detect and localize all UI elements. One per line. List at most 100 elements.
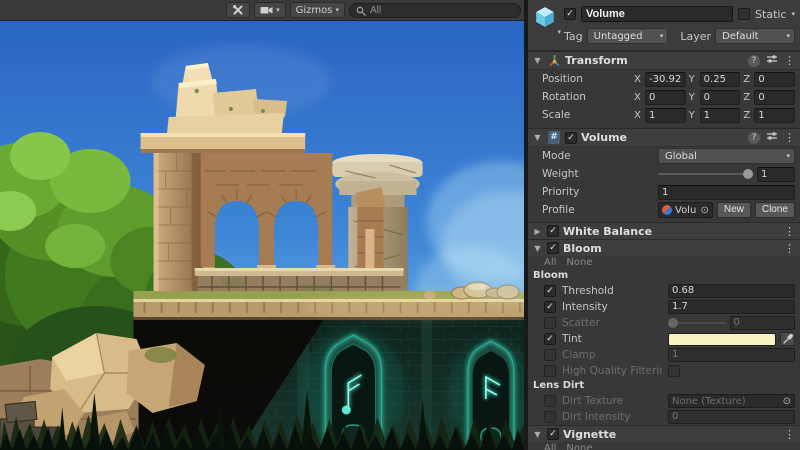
volume-profile-icon xyxy=(662,205,672,215)
rotation-y-field[interactable]: 0 xyxy=(700,90,741,105)
new-button[interactable]: New xyxy=(717,202,751,218)
tools-button[interactable] xyxy=(226,2,250,18)
object-picker-icon[interactable]: ⊙ xyxy=(783,396,791,407)
scene-camera-button[interactable]: ▾ xyxy=(254,2,286,18)
none-link[interactable]: None xyxy=(566,257,592,268)
rotation-label: Rotation xyxy=(542,91,634,103)
foldout-open-icon[interactable]: ▼ xyxy=(532,430,543,439)
more-menu-icon[interactable]: ⋮ xyxy=(784,242,795,255)
weight-slider[interactable] xyxy=(658,173,753,175)
volume-enabled-checkbox[interactable]: ✓ xyxy=(565,132,577,144)
clamp-override-checkbox[interactable] xyxy=(544,349,556,361)
threshold-field[interactable]: 0.68 xyxy=(668,284,795,298)
volume-component-header[interactable]: ▼ # ✓ Volume ? ⋮ xyxy=(528,128,800,147)
foldout-open-icon[interactable]: ▼ xyxy=(532,56,543,65)
tag-dropdown[interactable]: Untagged▾ xyxy=(587,28,669,44)
eyedropper-icon[interactable] xyxy=(780,332,795,346)
active-checkbox[interactable]: ✓ xyxy=(564,8,576,20)
bloom-header[interactable]: ▼ ✓ Bloom ⋮ xyxy=(528,239,800,256)
help-icon[interactable]: ? xyxy=(748,55,760,67)
icon-dropdown-caret: ▾ xyxy=(557,28,561,36)
dirt-texture-override-checkbox[interactable] xyxy=(544,395,556,407)
priority-field[interactable]: 1 xyxy=(658,185,795,200)
tint-color-swatch[interactable] xyxy=(668,333,776,346)
dirt-intensity-label: Dirt Intensity xyxy=(562,411,662,423)
scatter-field[interactable]: 0 xyxy=(730,316,796,330)
profile-row: Profile Volume_Gl ⊙ New Clone xyxy=(528,201,800,219)
all-link[interactable]: All xyxy=(544,257,556,268)
all-link[interactable]: All xyxy=(544,443,556,450)
tag-value: Untagged xyxy=(594,31,643,42)
slider-knob[interactable] xyxy=(743,169,753,179)
tint-override-checkbox[interactable]: ✓ xyxy=(544,333,556,345)
inspector-panel: ▾ ✓ Static ▾ Tag Untagged▾ Layer Default… xyxy=(528,0,800,450)
threshold-override-checkbox[interactable]: ✓ xyxy=(544,285,556,297)
scatter-slider[interactable] xyxy=(668,322,726,324)
tools-icon xyxy=(232,4,244,16)
clamp-row: Clamp 1 xyxy=(528,347,800,363)
more-menu-icon[interactable]: ⋮ xyxy=(784,54,795,67)
dirt-texture-object-field[interactable]: None (Texture) ⊙ xyxy=(668,394,795,408)
intensity-override-checkbox[interactable]: ✓ xyxy=(544,301,556,313)
rotation-x-field[interactable]: 0 xyxy=(645,90,686,105)
help-icon[interactable]: ? xyxy=(748,132,760,144)
intensity-field[interactable]: 1.7 xyxy=(668,300,795,314)
scene-canvas[interactable] xyxy=(0,21,524,450)
presets-icon[interactable] xyxy=(766,53,778,68)
static-dropdown-caret[interactable]: ▾ xyxy=(791,10,795,18)
scatter-override-checkbox[interactable] xyxy=(544,317,556,329)
dirt-intensity-field[interactable]: 0 xyxy=(668,410,795,424)
clone-button[interactable]: Clone xyxy=(755,202,795,218)
y-axis-label: Y xyxy=(689,74,697,85)
scene-search-input[interactable] xyxy=(370,5,514,16)
more-menu-icon[interactable]: ⋮ xyxy=(784,131,795,144)
scatter-row: Scatter 0 xyxy=(528,315,800,331)
threshold-label: Threshold xyxy=(562,285,662,297)
bloom-section-label: Bloom xyxy=(528,269,800,283)
none-link[interactable]: None xyxy=(566,443,592,450)
layer-dropdown[interactable]: Default▾ xyxy=(715,28,795,44)
weight-field[interactable]: 1 xyxy=(757,167,795,182)
vignette-checkbox[interactable]: ✓ xyxy=(547,428,559,440)
dirt-intensity-override-checkbox[interactable] xyxy=(544,411,556,423)
foldout-open-icon[interactable]: ▼ xyxy=(532,133,543,142)
gameobject-name-input[interactable] xyxy=(581,6,733,22)
transform-title: Transform xyxy=(565,54,628,67)
y-axis-label: Y xyxy=(689,110,697,121)
hqf-override-checkbox[interactable] xyxy=(544,365,556,377)
mode-dropdown[interactable]: Global▾ xyxy=(658,148,795,164)
foldout-open-icon[interactable]: ▼ xyxy=(532,244,543,253)
position-x-field[interactable]: -30.92 xyxy=(645,72,686,87)
position-y-field[interactable]: 0.25 xyxy=(700,72,741,87)
gizmos-dropdown[interactable]: Gizmos ▾ xyxy=(290,2,345,18)
vignette-header[interactable]: ▼ ✓ Vignette ⋮ xyxy=(528,425,800,442)
more-menu-icon[interactable]: ⋮ xyxy=(784,428,795,441)
presets-icon[interactable] xyxy=(766,130,778,145)
rotation-z-field[interactable]: 0 xyxy=(754,90,795,105)
scale-y-field[interactable]: 1 xyxy=(700,108,741,123)
gameobject-header: ▾ ✓ Static ▾ Tag Untagged▾ Layer Default… xyxy=(528,0,800,51)
bloom-checkbox[interactable]: ✓ xyxy=(547,242,559,254)
slider-knob[interactable] xyxy=(668,318,678,328)
camera-icon xyxy=(260,5,273,15)
clamp-field[interactable]: 1 xyxy=(668,348,795,362)
gameobject-icon-button[interactable]: ▾ xyxy=(533,6,559,30)
transform-header[interactable]: ▼ Transform ? ⋮ xyxy=(528,51,800,70)
mode-value: Global xyxy=(665,151,697,162)
profile-object-field[interactable]: Volume_Gl ⊙ xyxy=(658,202,713,218)
y-axis-label: Y xyxy=(689,92,697,103)
white-balance-header[interactable]: ▶ ✓ White Balance ⋮ xyxy=(528,222,800,239)
scale-x-field[interactable]: 1 xyxy=(645,108,686,123)
layer-value: Default xyxy=(722,31,759,42)
scene-search-field[interactable] xyxy=(349,3,521,18)
hqf-value-checkbox[interactable] xyxy=(668,365,680,377)
scatter-label: Scatter xyxy=(562,317,662,329)
foldout-closed-icon[interactable]: ▶ xyxy=(532,227,543,236)
scene-view: ▾ Gizmos ▾ xyxy=(0,0,524,450)
more-menu-icon[interactable]: ⋮ xyxy=(784,225,795,238)
static-checkbox[interactable] xyxy=(738,8,750,20)
position-z-field[interactable]: 0 xyxy=(754,72,795,87)
scale-z-field[interactable]: 1 xyxy=(754,108,795,123)
white-balance-checkbox[interactable]: ✓ xyxy=(547,225,559,237)
object-picker-icon[interactable]: ⊙ xyxy=(700,205,708,216)
